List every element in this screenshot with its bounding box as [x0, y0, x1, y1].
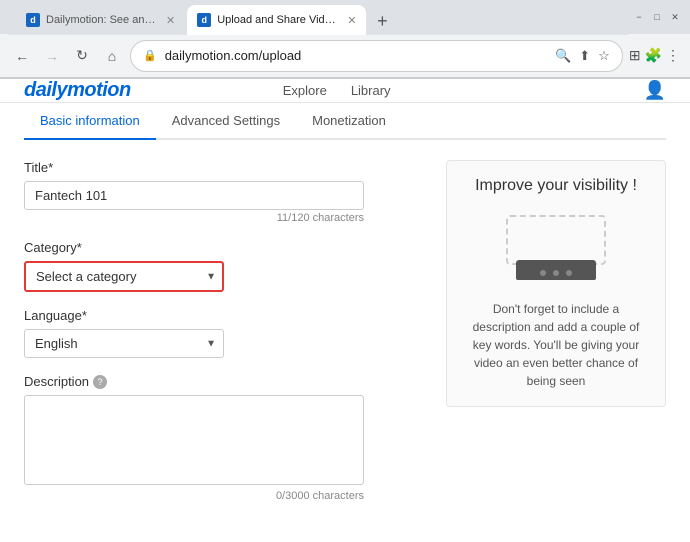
minimize-button[interactable]: −	[632, 10, 646, 24]
tab-1[interactable]: d Dailymotion: See and share... ✕	[16, 5, 185, 35]
category-select-wrapper: Select a category ▼	[24, 261, 224, 292]
language-field-group: Language* English French Spanish ▼	[24, 308, 422, 358]
title-bar: d Dailymotion: See and share... ✕ d Uplo…	[0, 0, 690, 34]
tab-1-close[interactable]: ✕	[166, 14, 175, 27]
tab-2[interactable]: d Upload and Share Videos | D... ✕	[187, 5, 366, 35]
improve-panel: Improve your visibility ! Don't for	[446, 160, 666, 407]
forward-button[interactable]: →	[40, 44, 64, 68]
form-right: Improve your visibility ! Don't for	[446, 160, 666, 507]
description-char-count: 0/3000 characters	[24, 490, 364, 502]
title-field-group: Title* 11/120 characters	[24, 160, 422, 224]
close-button[interactable]: ✕	[668, 10, 682, 24]
nav-library[interactable]: Library	[351, 83, 391, 98]
url-text: dailymotion.com/upload	[165, 48, 547, 63]
form-main: Title* 11/120 characters Category* Selec…	[24, 160, 666, 507]
puzzle-icon[interactable]: 🧩	[645, 47, 662, 64]
cassette-outline	[506, 215, 606, 265]
dailymotion-logo[interactable]: dailymotion	[24, 79, 131, 102]
site-header: dailymotion Explore Library 👤	[0, 79, 690, 103]
new-tab-button[interactable]: +	[368, 7, 396, 35]
maximize-button[interactable]: □	[650, 10, 664, 24]
category-field-group: Category* Select a category ▼	[24, 240, 422, 292]
upload-area: Basic information Advanced Settings Mone…	[0, 103, 690, 507]
nav-explore[interactable]: Explore	[283, 83, 327, 98]
description-field-group: Description ? 0/3000 characters	[24, 374, 422, 502]
cassette-dot-1	[540, 270, 546, 276]
address-bar: ← → ↻ ⌂ 🔒 dailymotion.com/upload 🔍 ⬆ ☆ ⊞…	[0, 34, 690, 78]
menu-icon[interactable]: ⋮	[666, 47, 680, 64]
tab-1-icon: d	[26, 13, 40, 27]
language-label: Language*	[24, 308, 422, 323]
form-left: Title* 11/120 characters Category* Selec…	[24, 160, 422, 507]
improve-title: Improve your visibility !	[463, 177, 649, 195]
back-button[interactable]: ←	[10, 44, 34, 68]
search-icon[interactable]: 🔍	[555, 48, 571, 64]
page-content: dailymotion Explore Library 👤 Basic info…	[0, 79, 690, 507]
cassette-dots	[516, 270, 596, 276]
tab-bar: d Dailymotion: See and share... ✕ d Uplo…	[8, 0, 628, 35]
language-select-wrapper: English French Spanish ▼	[24, 329, 224, 358]
bookmark-icon[interactable]: ☆	[598, 48, 610, 64]
url-bar[interactable]: 🔒 dailymotion.com/upload 🔍 ⬆ ☆	[130, 40, 623, 72]
url-action-icons: 🔍 ⬆ ☆	[555, 48, 610, 64]
category-select[interactable]: Select a category	[24, 261, 224, 292]
form-tabs: Basic information Advanced Settings Mone…	[24, 103, 666, 140]
category-label: Category*	[24, 240, 422, 255]
cassette-dot-2	[553, 270, 559, 276]
share-icon[interactable]: ⬆	[579, 48, 590, 64]
home-button[interactable]: ⌂	[100, 44, 124, 68]
window-controls: − □ ✕	[632, 10, 682, 24]
cassette-dot-3	[566, 270, 572, 276]
tab-2-close[interactable]: ✕	[347, 14, 356, 27]
description-input[interactable]	[24, 395, 364, 485]
security-icon: 🔒	[143, 49, 157, 62]
tab-1-label: Dailymotion: See and share...	[46, 14, 156, 26]
reload-button[interactable]: ↻	[70, 44, 94, 68]
tab-2-icon: d	[197, 13, 211, 27]
user-icon[interactable]: 👤	[644, 80, 666, 101]
description-help-icon[interactable]: ?	[93, 375, 107, 389]
improve-description: Don't forget to include a description an…	[463, 300, 649, 390]
extensions-icon[interactable]: ⊞	[629, 47, 641, 64]
title-label: Title*	[24, 160, 422, 175]
description-label: Description ?	[24, 374, 422, 389]
toolbar-icons: ⊞ 🧩 ⋮	[629, 47, 680, 64]
language-select[interactable]: English French Spanish	[24, 329, 224, 358]
cassette-base	[516, 260, 596, 280]
tab-basic-info[interactable]: Basic information	[24, 103, 156, 140]
main-nav: Explore Library	[283, 83, 391, 98]
title-char-count: 11/120 characters	[24, 212, 364, 224]
video-graphic	[506, 215, 606, 280]
tab-advanced-settings[interactable]: Advanced Settings	[156, 103, 296, 140]
tab-monetization[interactable]: Monetization	[296, 103, 402, 140]
tab-2-label: Upload and Share Videos | D...	[217, 14, 337, 26]
title-input[interactable]	[24, 181, 364, 210]
